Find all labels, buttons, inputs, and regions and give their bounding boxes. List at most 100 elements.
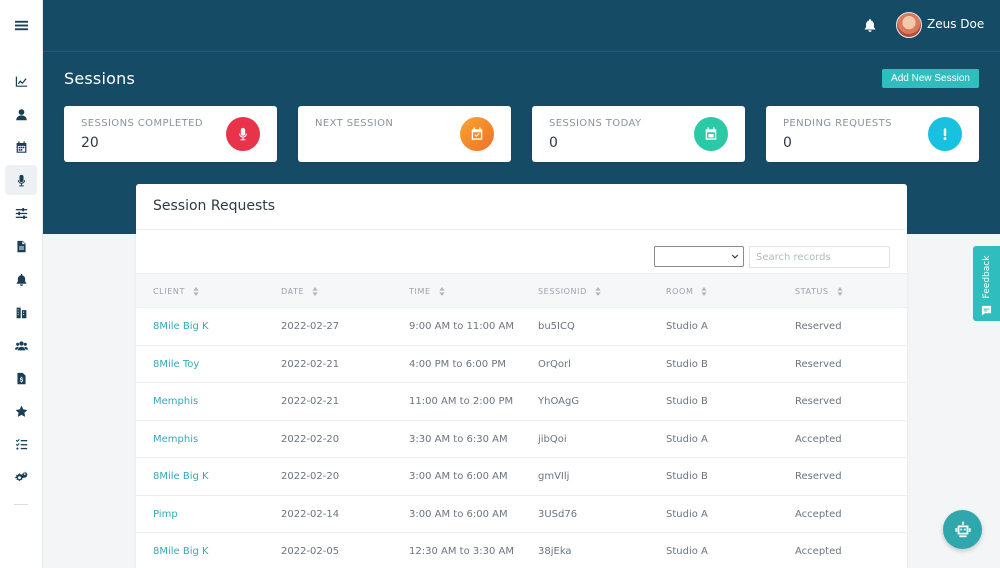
cell-time: 3:00 AM to 6:00 AM (409, 508, 508, 520)
cell-room: Studio B (666, 396, 708, 407)
chevron-down-icon (731, 254, 739, 259)
cell-time: 12:30 AM to 3:30 AM (409, 546, 514, 557)
feedback-tab[interactable]: Feedback (973, 246, 1000, 321)
user-icon (15, 108, 27, 120)
add-new-session-button[interactable]: Add New Session (882, 69, 979, 88)
stat-card-sessions-completed: SESSIONS COMPLETED 20 (64, 106, 277, 162)
cell-date: 2022-02-21 (281, 396, 340, 407)
calendar-icon (694, 117, 728, 151)
sidebar-item-admin[interactable] (5, 462, 37, 492)
sidebar (0, 0, 43, 568)
sidebar-item-tasks[interactable] (5, 429, 37, 459)
table-row: 8Mile Toy 2022-02-21 4:00 PM to 6:00 PM … (136, 346, 907, 383)
search-input[interactable] (749, 246, 890, 268)
client-link[interactable]: 8Mile Big K (153, 533, 209, 568)
records-filter-select[interactable] (654, 246, 744, 267)
sidebar-item-notifications[interactable] (5, 264, 37, 294)
microphone-icon (17, 174, 25, 186)
sidebar-item-invoices[interactable] (5, 231, 37, 261)
cell-time: 3:00 AM to 6:00 AM (409, 471, 508, 482)
top-bar: Zeus Doe (43, 0, 1000, 52)
sidebar-item-clients[interactable] (5, 330, 37, 360)
user-name[interactable]: Zeus Doe (927, 17, 984, 31)
cell-status: Reserved (795, 396, 842, 407)
cell-time: 3:30 AM to 6:30 AM (409, 433, 508, 445)
client-link[interactable]: 8Mile Big K (153, 308, 209, 345)
file-invoice-icon (16, 240, 26, 252)
menu-icon[interactable] (5, 10, 37, 40)
cell-sessionid: 3USd76 (538, 508, 578, 520)
cell-status: Reserved (795, 321, 842, 332)
cell-time: 11:00 AM to 2:00 PM (409, 396, 514, 407)
sidebar-item-reviews[interactable] (5, 396, 37, 426)
stat-label: NEXT SESSION (315, 118, 394, 129)
column-header-status[interactable]: STATUS (795, 274, 843, 309)
bell-icon (16, 273, 26, 286)
stat-label: SESSIONS COMPLETED (81, 118, 203, 129)
table-row: 8Mile Big K 2022-02-27 9:00 AM to 11:00 … (136, 308, 907, 346)
feedback-label: Feedback (982, 255, 992, 299)
sidebar-item-studios[interactable] (5, 297, 37, 327)
cell-room: Studio B (666, 471, 708, 482)
cell-sessionid: 38jEka (538, 546, 572, 557)
column-header-time[interactable]: TIME (409, 274, 445, 309)
cell-sessionid: gmVIlj (538, 471, 570, 482)
tasks-icon (15, 438, 27, 450)
users-icon (14, 340, 28, 350)
sidebar-item-sessions[interactable] (5, 165, 37, 195)
stat-card-sessions-today: SESSIONS TODAY 0 (532, 106, 745, 162)
robot-icon (954, 521, 971, 537)
cell-sessionid: jibQoi (538, 433, 567, 445)
client-link[interactable]: Memphis (153, 383, 198, 420)
cell-status: Accepted (795, 546, 842, 557)
cell-room: Studio B (666, 358, 708, 370)
cell-date: 2022-02-27 (281, 321, 340, 332)
client-link[interactable]: Pimp (153, 496, 178, 533)
chat-bot-button[interactable] (943, 510, 982, 549)
sidebar-divider (14, 504, 28, 505)
cell-room: Studio A (666, 433, 708, 445)
requests-table: CLIENT DATE TIME SESSIONID ROOM STATUS 8… (136, 273, 907, 568)
sidebar-item-analytics[interactable] (5, 66, 37, 96)
column-header-sessionid[interactable]: SESSIONID (538, 274, 601, 309)
column-header-date[interactable]: DATE (281, 274, 318, 309)
client-link[interactable]: Memphis (153, 421, 198, 458)
cell-time: 4:00 PM to 6:00 PM (409, 358, 506, 370)
sort-icon (595, 287, 601, 296)
cell-date: 2022-02-20 (281, 433, 340, 445)
column-header-room[interactable]: ROOM (666, 274, 708, 309)
cell-date: 2022-02-14 (281, 508, 340, 520)
session-requests-panel: Session Requests CLIENT DATE TIME SESSIO… (136, 184, 907, 568)
cell-date: 2022-02-05 (281, 546, 340, 557)
client-link[interactable]: 8Mile Big K (153, 458, 209, 495)
table-row: 8Mile Big K 2022-02-20 3:00 AM to 6:00 A… (136, 458, 907, 496)
divider (136, 229, 907, 230)
cell-time: 9:00 AM to 11:00 AM (409, 321, 514, 332)
table-row: 8Mile Big K 2022-02-05 12:30 AM to 3:30 … (136, 533, 907, 568)
page-title: Sessions (64, 69, 135, 88)
avatar[interactable] (896, 12, 922, 38)
sidebar-item-profile[interactable] (5, 99, 37, 129)
stat-label: SESSIONS TODAY (549, 118, 642, 129)
sidebar-item-billing[interactable] (5, 363, 37, 393)
notifications-bell-icon[interactable] (863, 17, 877, 32)
cell-status: Reserved (795, 358, 842, 370)
sort-icon (701, 287, 708, 296)
stat-card-pending-requests: PENDING REQUESTS 0 (766, 106, 979, 162)
stat-value: 0 (549, 135, 558, 151)
client-link[interactable]: 8Mile Toy (153, 346, 199, 383)
cell-sessionid: YhOAgG (538, 396, 580, 407)
sort-icon (312, 287, 318, 296)
column-header-client[interactable]: CLIENT (153, 274, 199, 309)
cell-status: Accepted (795, 433, 842, 445)
sidebar-item-settings[interactable] (5, 198, 37, 228)
file-dollar-icon (16, 372, 26, 384)
calendar-check-icon (460, 117, 494, 151)
cell-status: Reserved (795, 471, 842, 482)
star-icon (15, 405, 27, 417)
cell-room: Studio A (666, 321, 708, 332)
sidebar-item-calendar[interactable] (5, 132, 37, 162)
stat-card-next-session: NEXT SESSION (298, 106, 511, 162)
calendar-icon (16, 140, 26, 153)
cell-sessionid: bu5ICQ (538, 321, 575, 332)
